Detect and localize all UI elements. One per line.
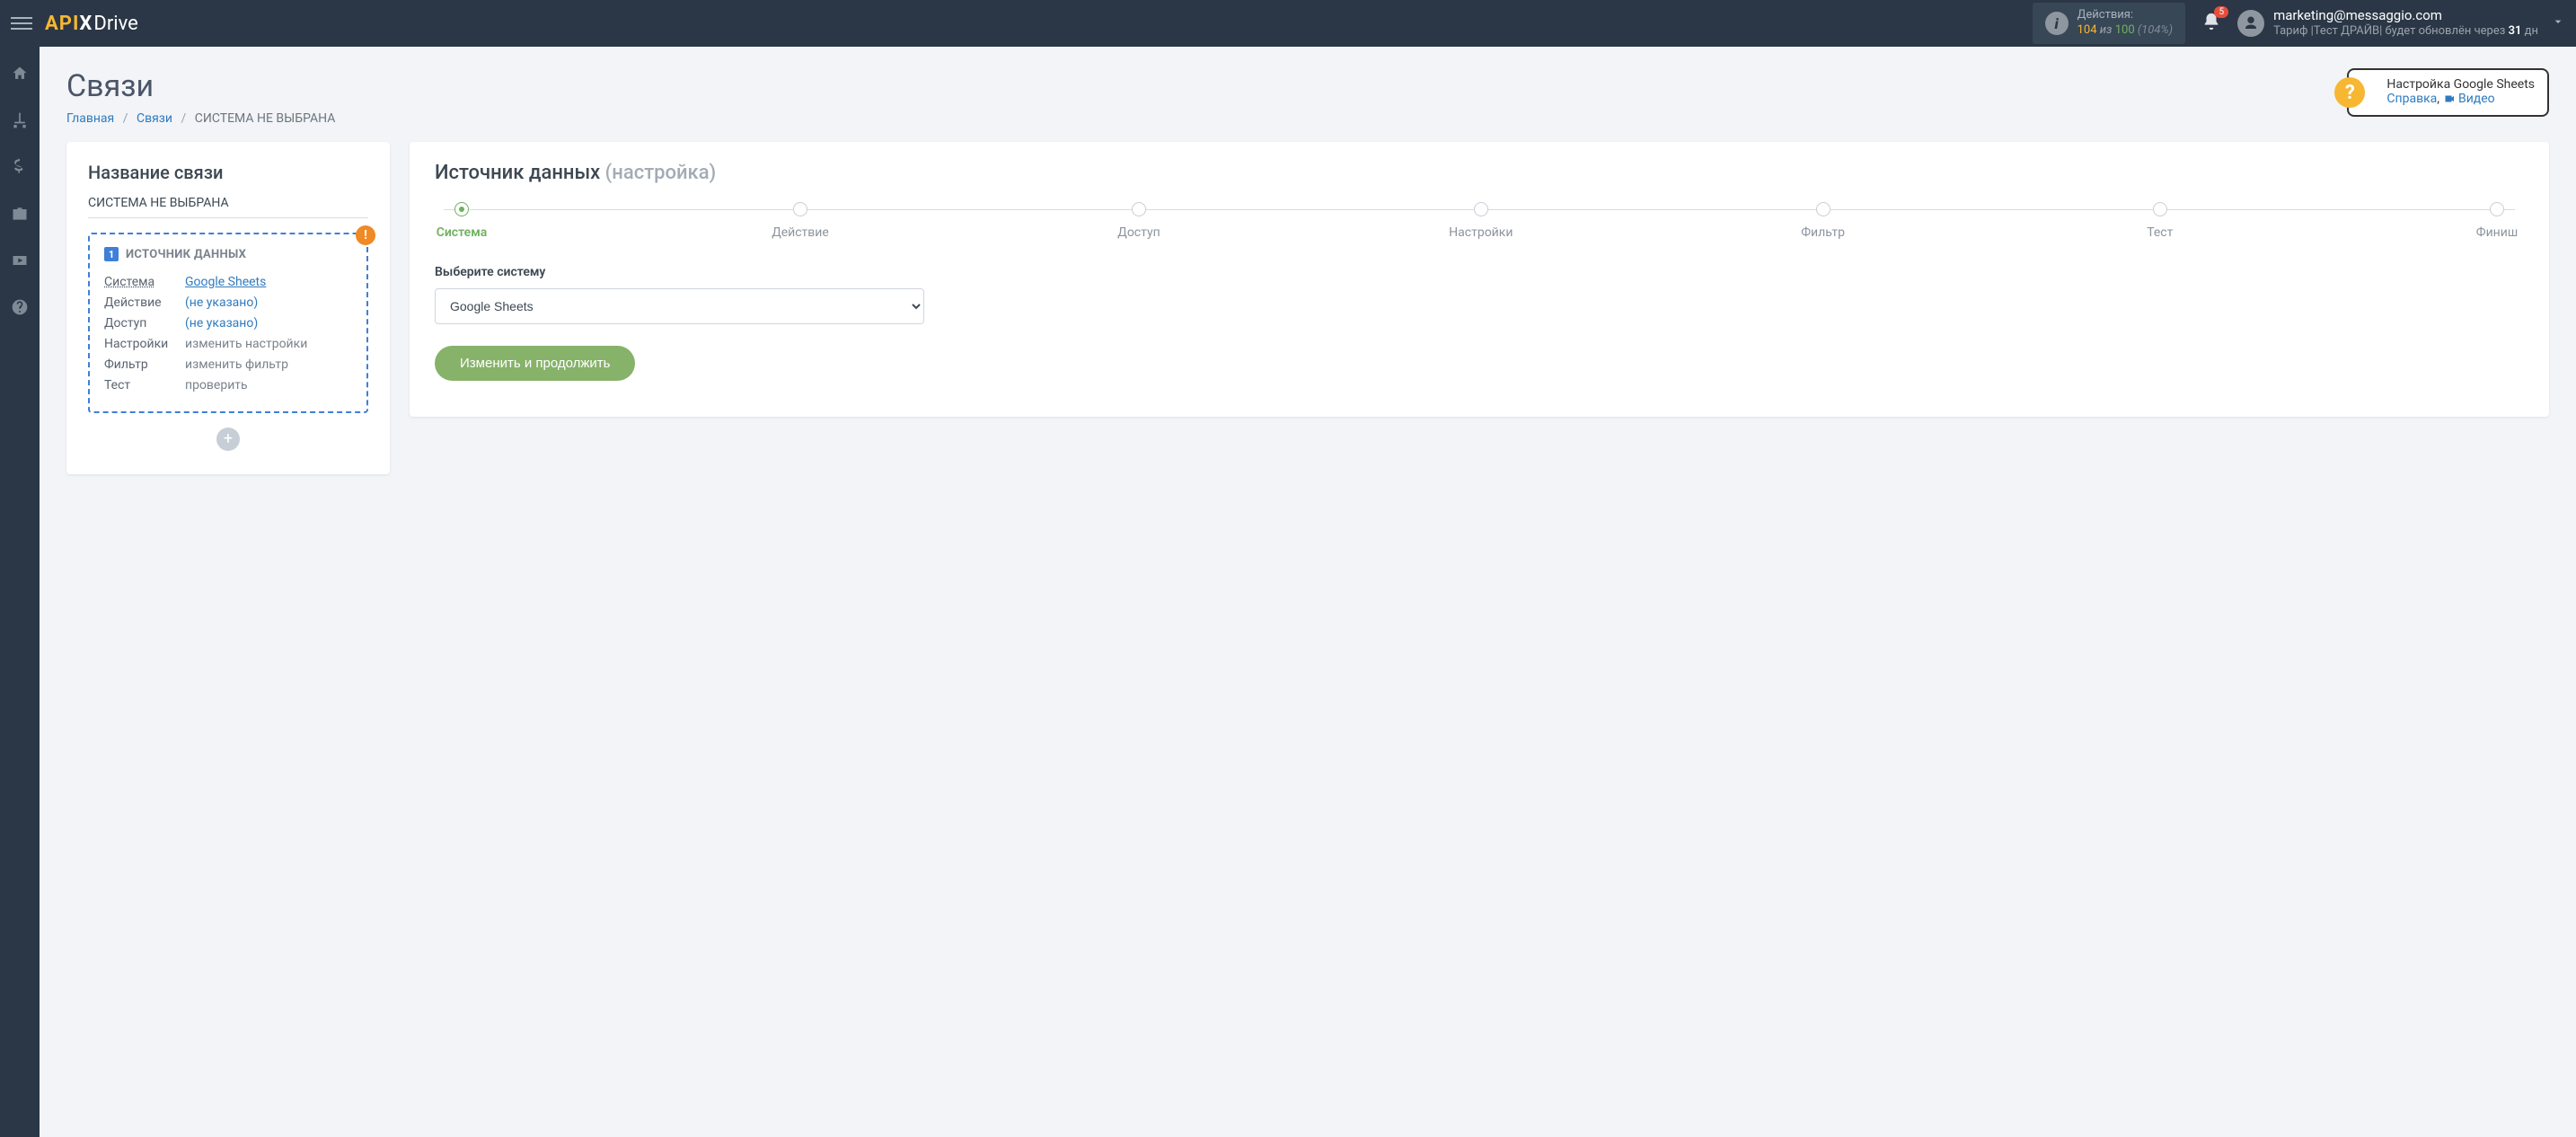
- logo-drive: Drive: [93, 13, 137, 35]
- user-icon: [2243, 15, 2259, 31]
- nav-help[interactable]: [0, 291, 40, 323]
- dollar-icon: [11, 158, 29, 176]
- system-select[interactable]: Google Sheets: [435, 288, 924, 324]
- help-question-icon: ?: [2334, 77, 2365, 108]
- user-menu-chevron[interactable]: [2551, 14, 2565, 32]
- add-destination-button[interactable]: +: [216, 427, 240, 451]
- actions-total: 100: [2115, 23, 2135, 37]
- nav-briefcase[interactable]: [0, 198, 40, 230]
- nav-home[interactable]: [0, 57, 40, 90]
- home-icon: [11, 65, 29, 83]
- connection-name-input[interactable]: СИСТЕМА НЕ ВЫБРАНА: [88, 196, 368, 218]
- actions-label: Действия:: [2078, 8, 2173, 23]
- source-title: ИСТОЧНИК ДАННЫХ: [126, 248, 246, 261]
- briefcase-icon: [11, 205, 29, 223]
- system-field-label: Выберите систему: [435, 265, 2524, 279]
- row-settings-value[interactable]: изменить настройки: [185, 337, 307, 351]
- info-icon: i: [2045, 12, 2069, 35]
- help-video-link[interactable]: Видео: [2458, 92, 2495, 106]
- actions-iz: из: [2100, 23, 2113, 37]
- connection-card: Название связи СИСТЕМА НЕ ВЫБРАНА ! 1 ИС…: [66, 142, 390, 474]
- actions-pct: (104%): [2138, 23, 2173, 37]
- logo-api: API: [45, 13, 79, 35]
- step-system[interactable]: Система: [435, 202, 489, 240]
- row-system-value[interactable]: Google Sheets: [185, 275, 266, 289]
- help-title: Настройка Google Sheets: [2386, 77, 2535, 92]
- step-action[interactable]: Действие: [772, 202, 829, 240]
- user-email: marketing@messaggio.com: [2273, 7, 2538, 25]
- page-title: Связи: [66, 68, 2549, 104]
- step-test[interactable]: Тест: [2133, 202, 2187, 240]
- nav-connections[interactable]: [0, 104, 40, 137]
- row-action-value[interactable]: (не указано): [185, 295, 258, 310]
- logo[interactable]: APIXDrive: [45, 13, 138, 35]
- help-box: ? Настройка Google Sheets Справка, Видео: [2347, 68, 2549, 117]
- continue-button[interactable]: Изменить и продолжить: [435, 346, 635, 381]
- breadcrumb-home[interactable]: Главная: [66, 111, 114, 126]
- row-test-value[interactable]: проверить: [185, 378, 248, 392]
- row-settings-key: Настройки: [104, 334, 185, 355]
- connection-heading: Название связи: [88, 162, 368, 183]
- help-reference-link[interactable]: Справка: [2386, 92, 2437, 106]
- breadcrumb: Главная / Связи / СИСТЕМА НЕ ВЫБРАНА: [66, 111, 2549, 126]
- actions-summary[interactable]: i Действия: 104 из 100 (104%): [2033, 3, 2185, 44]
- step-finish[interactable]: Финиш: [2470, 202, 2524, 240]
- logo-x: X: [79, 13, 92, 35]
- question-icon: [11, 298, 29, 316]
- row-test-key: Тест: [104, 375, 185, 396]
- row-access-value[interactable]: (не указано): [185, 316, 258, 331]
- breadcrumb-current: СИСТЕМА НЕ ВЫБРАНА: [195, 111, 336, 126]
- topbar: APIXDrive i Действия: 104 из 100 (104%) …: [0, 0, 2576, 47]
- youtube-icon: [11, 251, 29, 269]
- user-block[interactable]: marketing@messaggio.com Тариф |Тест ДРАЙ…: [2273, 7, 2538, 40]
- data-source-box: ! 1 ИСТОЧНИК ДАННЫХ СистемаGoogle Sheets…: [88, 233, 368, 413]
- chevron-down-icon: [2551, 14, 2565, 29]
- menu-toggle[interactable]: [11, 13, 32, 34]
- step-access[interactable]: Доступ: [1112, 202, 1166, 240]
- content: ? Настройка Google Sheets Справка, Видео…: [40, 47, 2576, 1137]
- row-filter-value[interactable]: изменить фильтр: [185, 357, 288, 372]
- nav-video[interactable]: [0, 244, 40, 277]
- sidebar: [0, 47, 40, 1137]
- step-settings[interactable]: Настройки: [1449, 202, 1513, 240]
- breadcrumb-links[interactable]: Связи: [137, 111, 172, 126]
- actions-text: Действия: 104 из 100 (104%): [2078, 8, 2173, 39]
- step-filter[interactable]: Фильтр: [1796, 202, 1850, 240]
- warning-icon: !: [356, 225, 375, 245]
- source-number: 1: [104, 247, 119, 261]
- config-panel: Источник данных (настройка) Система Дейс…: [410, 142, 2549, 417]
- sitemap-icon: [11, 111, 29, 129]
- row-system-key: Система: [104, 272, 185, 293]
- notifications-button[interactable]: 5: [2201, 12, 2221, 35]
- row-filter-key: Фильтр: [104, 355, 185, 375]
- video-icon: [2443, 93, 2456, 108]
- row-access-key: Доступ: [104, 313, 185, 334]
- stepper: Система Действие Доступ Настройки Фильтр…: [435, 202, 2524, 240]
- user-tariff: Тариф |Тест ДРАЙВ| будет обновлён через …: [2273, 24, 2538, 40]
- notifications-badge: 5: [2214, 6, 2228, 18]
- avatar[interactable]: [2237, 10, 2264, 37]
- panel-title: Источник данных (настройка): [435, 162, 2524, 184]
- nav-billing[interactable]: [0, 151, 40, 183]
- actions-count: 104: [2078, 23, 2097, 37]
- row-action-key: Действие: [104, 293, 185, 313]
